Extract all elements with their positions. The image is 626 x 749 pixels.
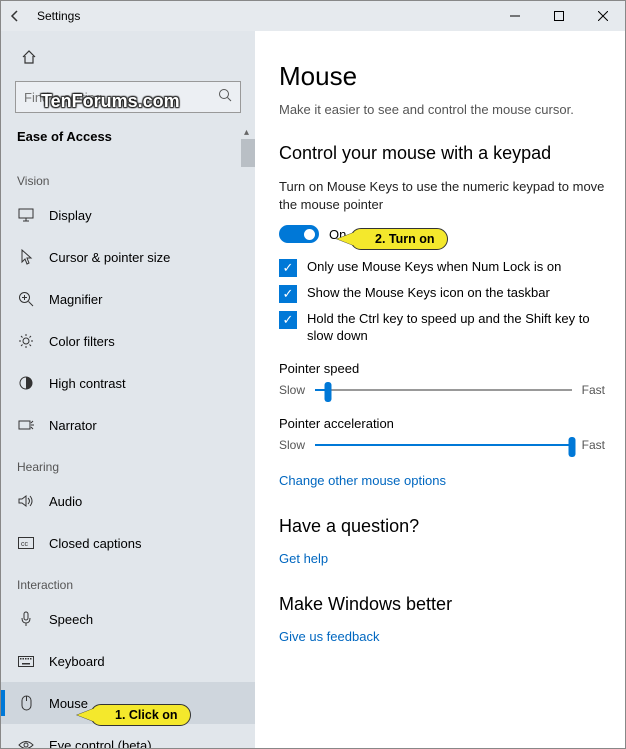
display-icon bbox=[17, 208, 35, 222]
nav-label: Audio bbox=[49, 494, 82, 509]
search-input[interactable] bbox=[24, 90, 218, 105]
page-title: Mouse bbox=[279, 61, 605, 92]
magnifier-icon bbox=[17, 291, 35, 307]
nav-label: Closed captions bbox=[49, 536, 142, 551]
sidebar-item-keyboard[interactable]: Keyboard bbox=[1, 640, 255, 682]
group-label-vision: Vision bbox=[1, 160, 255, 194]
speech-icon bbox=[17, 611, 35, 627]
eye-icon bbox=[17, 740, 35, 748]
checkbox-ctrlshift[interactable]: ✓ bbox=[279, 311, 297, 329]
scroll-up-icon[interactable]: ▴ bbox=[244, 127, 252, 135]
mousekeys-toggle[interactable] bbox=[279, 225, 319, 243]
sidebar-item-eyecontrol[interactable]: Eye control (beta) bbox=[1, 724, 255, 748]
other-mouse-options-link[interactable]: Change other mouse options bbox=[279, 473, 605, 488]
search-icon bbox=[218, 88, 232, 107]
nav-label: Keyboard bbox=[49, 654, 105, 669]
help-heading: Have a question? bbox=[279, 516, 605, 537]
keyboard-icon bbox=[17, 656, 35, 667]
sidebar-item-magnifier[interactable]: Magnifier bbox=[1, 278, 255, 320]
titlebar: Settings bbox=[1, 1, 625, 31]
group-label-interaction: Interaction bbox=[1, 564, 255, 598]
section-description: Turn on Mouse Keys to use the numeric ke… bbox=[279, 178, 605, 213]
audio-icon bbox=[17, 494, 35, 508]
colorfilter-icon bbox=[17, 333, 35, 349]
nav-label: Narrator bbox=[49, 418, 97, 433]
nav-label: High contrast bbox=[49, 376, 126, 391]
checkbox-numlock[interactable]: ✓ bbox=[279, 259, 297, 277]
cursor-icon bbox=[17, 249, 35, 265]
slider-label-accel: Pointer acceleration bbox=[279, 416, 605, 431]
sidebar-item-audio[interactable]: Audio bbox=[1, 480, 255, 522]
sidebar-item-closedcaptions[interactable]: cc Closed captions bbox=[1, 522, 255, 564]
nav-label: Display bbox=[49, 208, 92, 223]
get-help-link[interactable]: Get help bbox=[279, 551, 605, 566]
content-pane: Mouse Make it easier to see and control … bbox=[255, 31, 625, 748]
slider-label-speed: Pointer speed bbox=[279, 361, 605, 376]
annotation-callout-2: 2. Turn on bbox=[350, 228, 448, 250]
minimize-button[interactable] bbox=[493, 1, 537, 31]
checkbox-label: Only use Mouse Keys when Num Lock is on bbox=[307, 259, 561, 276]
slider-hi-label: Fast bbox=[582, 383, 605, 397]
checkbox-label: Show the Mouse Keys icon on the taskbar bbox=[307, 285, 550, 302]
feedback-link[interactable]: Give us feedback bbox=[279, 629, 605, 644]
nav-label: Magnifier bbox=[49, 292, 102, 307]
mouse-icon bbox=[17, 695, 35, 711]
feedback-heading: Make Windows better bbox=[279, 594, 605, 615]
group-label-hearing: Hearing bbox=[1, 446, 255, 480]
section-heading-keypad: Control your mouse with a keypad bbox=[279, 143, 605, 164]
checkbox-taskbaricon[interactable]: ✓ bbox=[279, 285, 297, 303]
pointer-accel-slider[interactable] bbox=[315, 435, 572, 455]
narrator-icon bbox=[17, 418, 35, 432]
nav-label: Color filters bbox=[49, 334, 115, 349]
sidebar-item-highcontrast[interactable]: High contrast bbox=[1, 362, 255, 404]
nav-label: Speech bbox=[49, 612, 93, 627]
sidebar: TenForums.com Ease of Access Vision Disp… bbox=[1, 31, 255, 748]
pointer-speed-slider[interactable] bbox=[315, 380, 572, 400]
checkbox-label: Hold the Ctrl key to speed up and the Sh… bbox=[307, 311, 605, 345]
cc-icon: cc bbox=[17, 537, 35, 549]
search-box[interactable] bbox=[15, 81, 241, 113]
sidebar-item-cursor[interactable]: Cursor & pointer size bbox=[1, 236, 255, 278]
slider-hi-label: Fast bbox=[582, 438, 605, 452]
category-heading: Ease of Access bbox=[1, 123, 255, 160]
sidebar-item-speech[interactable]: Speech bbox=[1, 598, 255, 640]
contrast-icon bbox=[17, 375, 35, 391]
sidebar-item-narrator[interactable]: Narrator bbox=[1, 404, 255, 446]
home-button[interactable] bbox=[1, 39, 255, 75]
svg-text:cc: cc bbox=[21, 541, 29, 548]
scrollbar-thumb[interactable] bbox=[241, 139, 255, 167]
page-subtitle: Make it easier to see and control the mo… bbox=[279, 102, 605, 117]
slider-lo-label: Slow bbox=[279, 438, 305, 452]
slider-lo-label: Slow bbox=[279, 383, 305, 397]
sidebar-item-colorfilters[interactable]: Color filters bbox=[1, 320, 255, 362]
maximize-button[interactable] bbox=[537, 1, 581, 31]
sidebar-item-display[interactable]: Display bbox=[1, 194, 255, 236]
nav-label: Eye control (beta) bbox=[49, 738, 152, 749]
window-title: Settings bbox=[29, 9, 80, 23]
annotation-callout-1: 1. Click on bbox=[90, 704, 191, 726]
nav-label: Cursor & pointer size bbox=[49, 250, 170, 265]
back-button[interactable] bbox=[1, 1, 29, 31]
close-button[interactable] bbox=[581, 1, 625, 31]
